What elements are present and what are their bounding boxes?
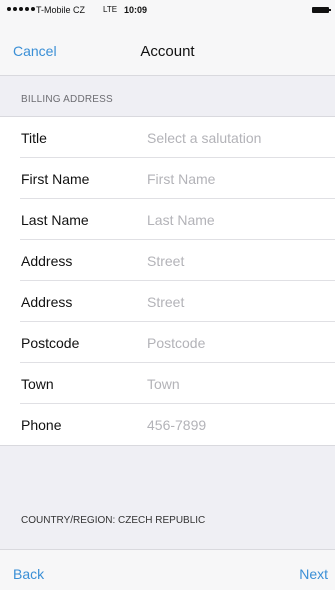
battery-icon — [312, 7, 331, 13]
first-name-field[interactable]: First Name — [147, 171, 327, 187]
network-type: LTE — [103, 5, 118, 14]
billing-section-header: BILLING ADDRESS — [0, 76, 335, 116]
town-label: Town — [21, 376, 54, 392]
page-title: Account — [140, 43, 195, 60]
postcode-field[interactable]: Postcode — [147, 335, 327, 351]
bottom-toolbar: Back Next — [0, 549, 335, 590]
form-row-address-1[interactable]: Address Street — [0, 240, 335, 281]
form-row-first-name[interactable]: First Name First Name — [0, 158, 335, 199]
address-label: Address — [21, 253, 73, 269]
address-street-field-2[interactable]: Street — [147, 294, 327, 310]
first-name-label: First Name — [21, 171, 90, 187]
form-row-address-2[interactable]: Address Street — [0, 281, 335, 322]
form-row-postcode[interactable]: Postcode Postcode — [0, 322, 335, 363]
billing-form-list: Title Select a salutation First Name Fir… — [0, 116, 335, 446]
form-row-phone[interactable]: Phone 456-7899 — [0, 404, 335, 445]
top-bar: T-Mobile CZ LTE 10:09 Cancel Account — [0, 0, 335, 75]
title-label: Title — [21, 130, 47, 146]
navigation-bar: Cancel Account — [0, 35, 335, 73]
address-label: Address — [21, 294, 73, 310]
back-button[interactable]: Back — [13, 566, 44, 582]
form-row-last-name[interactable]: Last Name Last Name — [0, 199, 335, 240]
form-row-title[interactable]: Title Select a salutation — [0, 117, 335, 158]
last-name-label: Last Name — [21, 212, 89, 228]
status-bar: T-Mobile CZ LTE 10:09 — [0, 0, 335, 22]
country-region-label: COUNTRY/REGION: CZECH REPUBLIC — [21, 515, 206, 526]
next-button[interactable]: Next — [299, 566, 328, 582]
status-time: 10:09 — [124, 5, 148, 15]
carrier-name: T-Mobile CZ — [36, 5, 86, 15]
phone-label: Phone — [21, 417, 62, 433]
form-row-town[interactable]: Town Town — [0, 363, 335, 404]
town-field[interactable]: Town — [147, 376, 327, 392]
address-street-field[interactable]: Street — [147, 253, 327, 269]
last-name-field[interactable]: Last Name — [147, 212, 327, 228]
postcode-label: Postcode — [21, 335, 80, 351]
section-header-label: BILLING ADDRESS — [21, 94, 113, 105]
phone-field[interactable]: 456-7899 — [147, 417, 327, 433]
signal-dots-icon — [7, 7, 35, 11]
title-select[interactable]: Select a salutation — [147, 130, 327, 146]
country-section: COUNTRY/REGION: CZECH REPUBLIC — [0, 499, 335, 549]
